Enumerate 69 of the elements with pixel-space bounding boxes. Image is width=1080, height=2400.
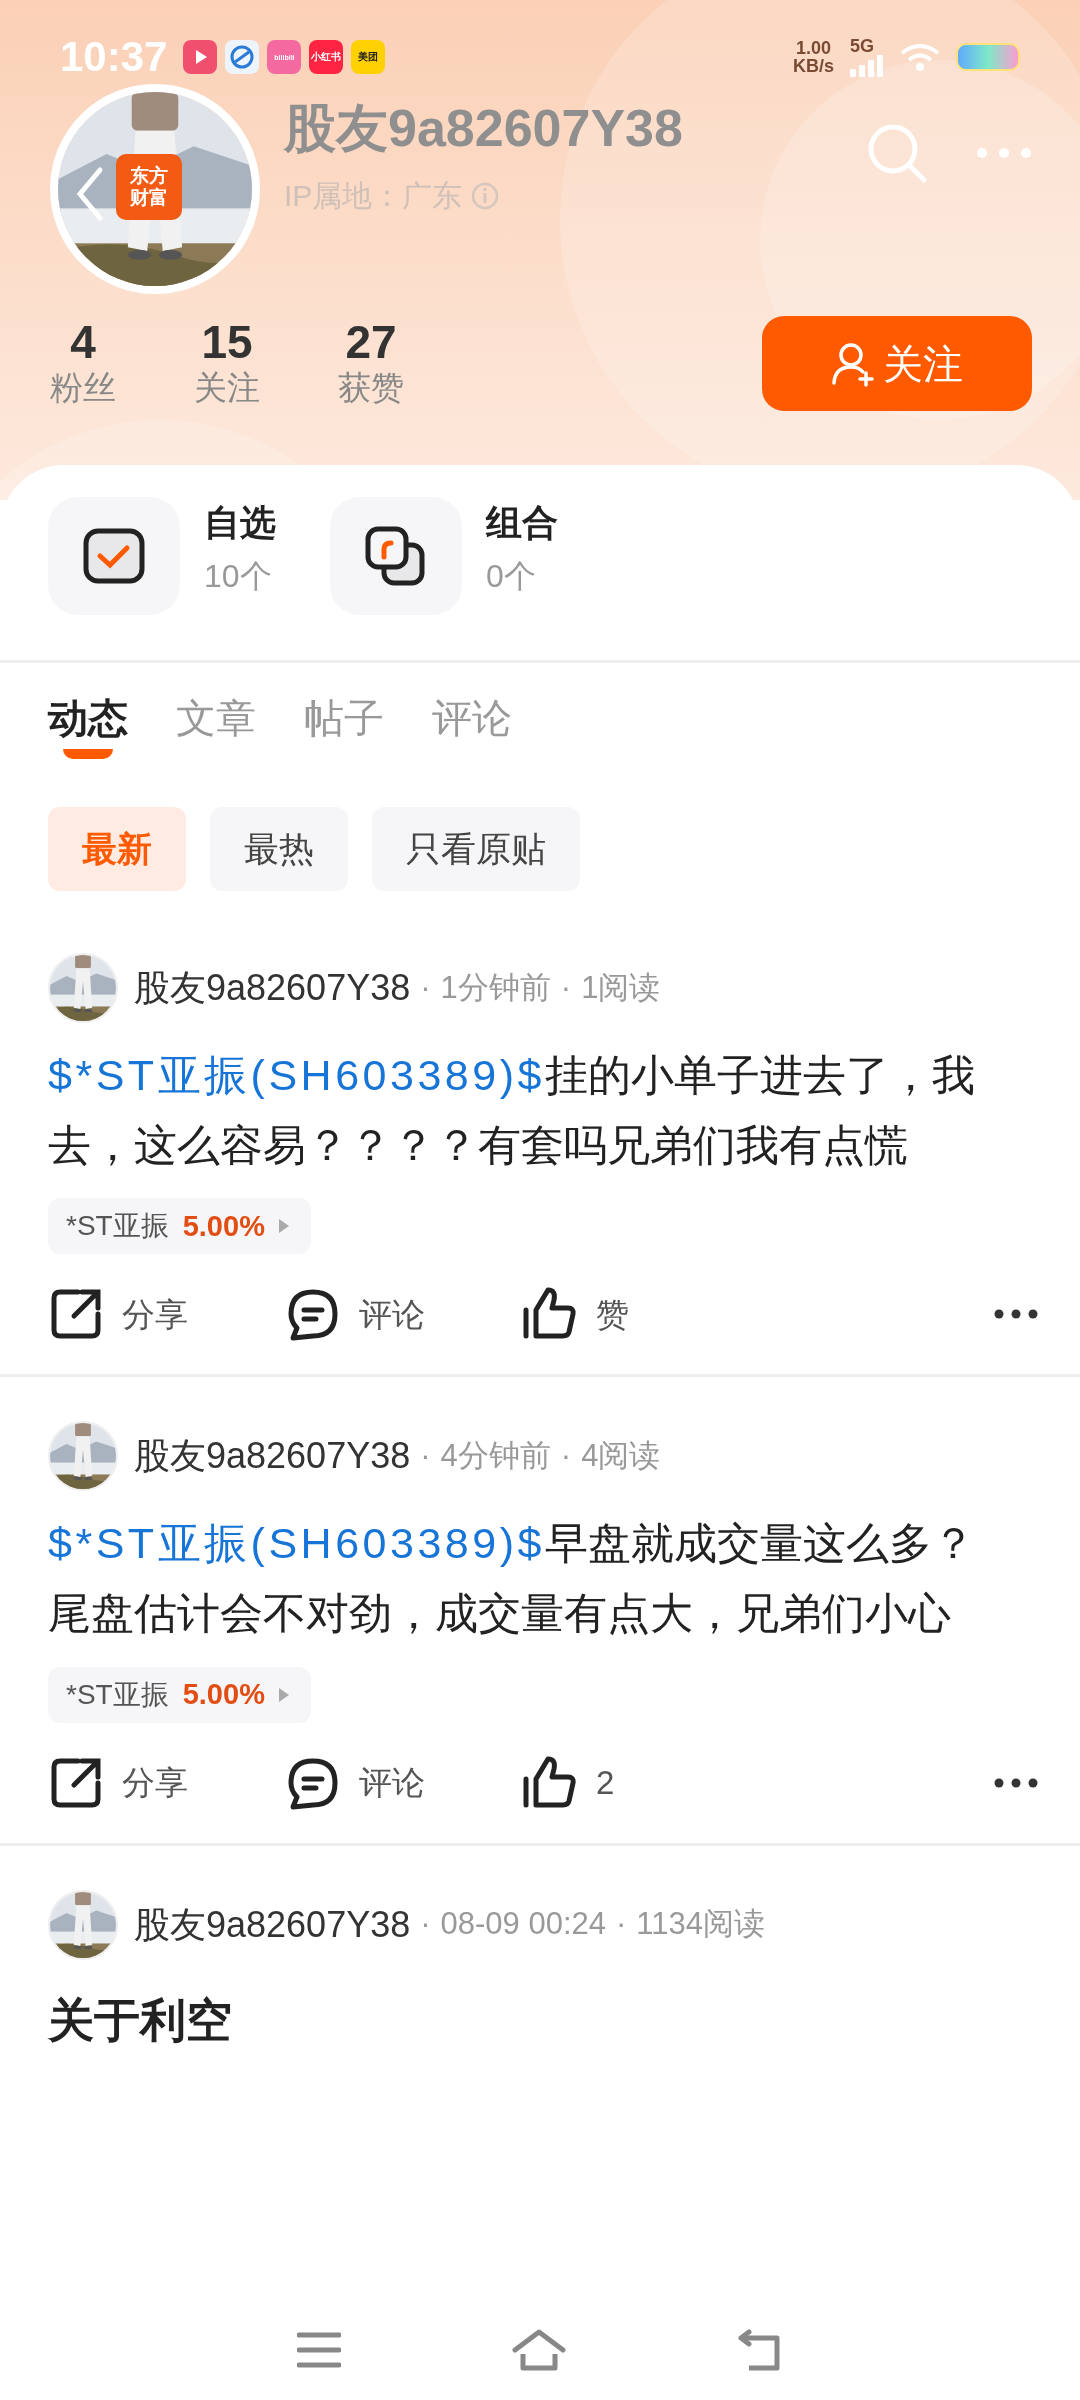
stock-change: 5.00% [182,1676,265,1712]
menu-icon[interactable] [297,2331,341,2369]
shortcut-icon-tile[interactable] [48,497,180,615]
separator-dot: · [560,968,572,1007]
comment-button[interactable]: 评论 [285,1286,522,1343]
post-time: 08-09 00:24 [440,1905,607,1944]
like-button[interactable]: 2 [522,1754,759,1811]
article-title[interactable]: 关于利空 [48,1985,1032,2055]
app-logo-badge: 东方 财富 [116,154,182,220]
share-button[interactable]: 分享 [48,1286,285,1343]
more-icon[interactable] [994,1777,1038,1788]
comment-button[interactable]: 评论 [285,1754,522,1811]
share-button[interactable]: 分享 [48,1754,285,1811]
add-user-icon [831,340,875,387]
stock-tag[interactable]: *ST亚振 5.00% [48,1666,311,1723]
stat-count: 15 [200,316,254,368]
separator-dot: · [420,968,431,1007]
post-time: 1分钟前 [440,968,551,1007]
video-app-icon [183,40,218,74]
stock-name: *ST亚振 [66,1677,169,1712]
filter-chip[interactable]: 只看原贴 [372,807,580,891]
shortcut-icon-tile[interactable] [330,497,462,615]
app-logo-icon [225,40,260,74]
play-arrow-icon [278,1219,289,1234]
separator-dot: · [420,1437,431,1476]
read-count: 1阅读 [581,968,661,1007]
filter-chip[interactable]: 最热 [210,807,348,891]
stock-link[interactable]: $*ST亚振(SH603389)$ [48,1519,545,1568]
overlapping-squares-icon [364,525,428,587]
back-icon[interactable] [737,2328,783,2372]
thumbs-up-icon [522,1754,578,1811]
wifi-icon [900,43,940,71]
username: 股友9a82607Y38 [284,100,683,158]
read-count: 1134阅读 [636,1905,766,1944]
battery-icon [956,43,1020,71]
stock-change: 5.00% [182,1208,265,1244]
author-name[interactable]: 股友9a82607Y38 [134,1897,411,1952]
stat-label: 粉丝 [49,368,117,409]
post-text: $*ST亚振(SH603389)$早盘就成交量这么多？尾盘估计会不对劲，成交量有点大，兄弟们小心 [48,1518,976,1639]
more-icon[interactable] [994,1309,1038,1320]
stat-label: 获赞 [337,368,405,409]
stat-count: 4 [69,316,97,368]
status-time: 10:37 [60,36,168,78]
shortcut-count: 0个 [486,557,537,597]
stock-tag[interactable]: *ST亚振 5.00% [48,1198,311,1255]
stat-count: 27 [344,316,398,368]
stock-name: *ST亚振 [66,1209,169,1244]
separator-dot: · [420,1905,431,1944]
play-arrow-icon [278,1687,289,1702]
author-name[interactable]: 股友9a82607Y38 [134,1429,411,1484]
shortcut-title: 组合 [486,501,558,545]
home-icon[interactable] [511,2328,567,2372]
author-name[interactable]: 股友9a82607Y38 [134,961,411,1015]
shortcut-title: 自选 [204,501,276,545]
shortcut-count: 10个 [204,557,273,597]
app-notification-icon: 美团 [351,40,386,74]
stat-label: 关注 [193,368,261,409]
post-time: 4分钟前 [440,1437,551,1476]
app-notification-icon: 小红书 [309,40,344,74]
network-speed: 1.00 KB/s [793,39,834,75]
separator-dot: · [616,1905,627,1944]
read-count: 4阅读 [581,1437,661,1476]
stock-link[interactable]: $*ST亚振(SH603389)$ [48,1051,545,1099]
separator-dot: · [560,1437,572,1476]
like-button[interactable]: 赞 [522,1286,759,1343]
tab[interactable]: 动态 [48,693,128,759]
network-type: 5G [850,37,874,55]
signal-icon [850,55,884,77]
post-text: $*ST亚振(SH603389)$挂的小单子进去了，我去，这么容易？？？？有套吗兄弟们我有点慌 [48,1050,976,1171]
